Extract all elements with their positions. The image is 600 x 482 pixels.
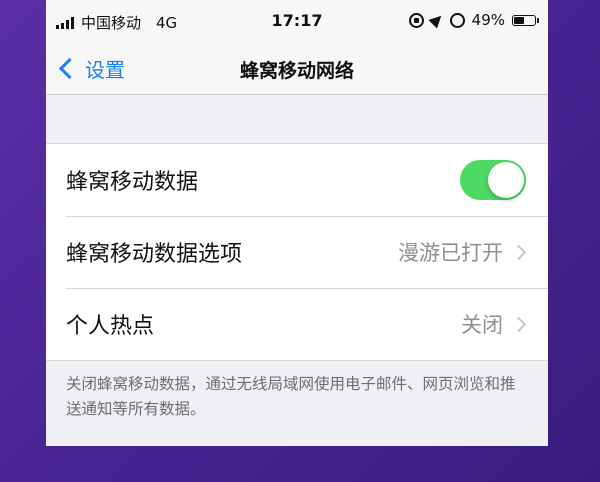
row-label: 个人热点: [66, 314, 155, 339]
cellular-data-toggle[interactable]: [460, 160, 526, 200]
battery-icon: [512, 14, 539, 26]
row-cellular-data: 蜂窝移动数据: [46, 144, 548, 216]
toggle-knob: [488, 162, 524, 198]
footnote-text: 关闭蜂窝移动数据，通过无线局域网使用电子邮件、网页浏览和推送通知等所有数据。: [66, 375, 516, 418]
row-personal-hotspot[interactable]: 个人热点 关闭: [46, 288, 548, 360]
battery-percent: 49%: [471, 11, 505, 29]
phone-screen: 中国移动 4G 17:17 49% 设置 蜂窝移动网络 蜂窝移动数据 蜂窝移动数…: [46, 0, 548, 446]
rotation-lock-icon: [408, 12, 424, 28]
location-icon: [428, 11, 446, 29]
row-value: 关闭: [461, 313, 503, 337]
chevron-right-icon: [510, 316, 527, 332]
status-right: 49%: [408, 11, 539, 29]
row-label: 蜂窝移动数据: [66, 170, 199, 195]
row-value: 漫游已打开: [398, 241, 503, 265]
settings-group: 蜂窝移动数据 蜂窝移动数据选项 漫游已打开 个人热点 关闭: [46, 143, 548, 361]
page-title: 蜂窝移动网络: [239, 60, 354, 82]
battery-fill: [514, 16, 524, 24]
chevron-right-icon: [510, 244, 527, 260]
row-cellular-data-options[interactable]: 蜂窝移动数据选项 漫游已打开: [46, 216, 548, 288]
row-label: 蜂窝移动数据选项: [66, 242, 243, 267]
status-bar: 中国移动 4G 17:17 49%: [46, 0, 548, 42]
navigation-bar: 设置 蜂窝移动网络: [46, 42, 548, 95]
alarm-icon: [449, 12, 465, 28]
